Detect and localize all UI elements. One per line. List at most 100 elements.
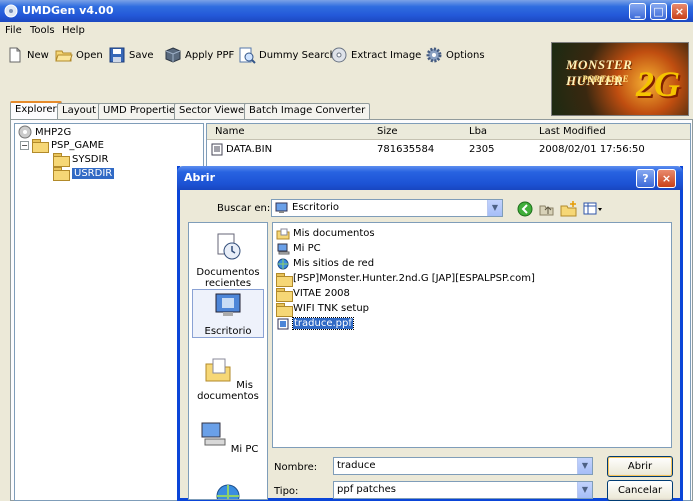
new-button[interactable]: New — [6, 43, 49, 67]
place-network[interactable] — [192, 481, 264, 499]
cell-last-modified: 2008/02/01 17:56:50 — [539, 144, 645, 155]
file-name: Mi PC — [293, 243, 321, 254]
back-icon[interactable] — [516, 200, 534, 218]
tree-item-sysdir[interactable]: SYSDIR — [53, 153, 109, 167]
cancel-button[interactable]: Cancelar — [607, 480, 673, 501]
computer-icon — [277, 243, 290, 254]
file-name: Mis sitios de red — [293, 258, 375, 269]
place-label: Escritorio — [204, 326, 252, 337]
toolbar: New Open Save Apply PPF Dummy Search Ext… — [0, 40, 545, 70]
maximize-button[interactable]: □ — [650, 3, 667, 20]
dialog-close-button[interactable]: × — [657, 169, 676, 188]
place-recent-documents[interactable]: Documentos recientes — [192, 231, 264, 289]
look-in-label: Buscar en: — [217, 203, 271, 214]
app-disc-icon — [4, 4, 18, 18]
tree-item-mhp2g[interactable]: MHP2G — [18, 125, 71, 139]
file-name: WIFI TNK setup — [293, 303, 370, 314]
list-item[interactable]: traduce.ppf — [276, 316, 354, 331]
view-menu-icon[interactable] — [582, 200, 604, 218]
list-item[interactable]: Mis sitios de red — [276, 256, 374, 271]
extract-image-label: Extract Image — [351, 49, 422, 61]
places-bar: Documentos recientes Escritorio Mis docu… — [188, 222, 268, 500]
column-last-modified[interactable]: Last Modified — [539, 126, 606, 137]
tab-batch-image-converter[interactable]: Batch Image Converter — [244, 103, 371, 119]
tab-layout[interactable]: Layout — [57, 103, 101, 119]
floppy-disk-icon — [109, 47, 125, 63]
ppf-file-icon — [277, 318, 289, 329]
column-lba[interactable]: Lba — [469, 126, 487, 137]
place-my-computer[interactable]: Mi PC — [192, 419, 264, 455]
menu-file[interactable]: File — [5, 25, 22, 36]
new-label: New — [27, 49, 49, 61]
new-document-icon — [9, 47, 21, 63]
folder-tree[interactable]: MHP2G − PSP_GAME SYSDIR USRDIR — [14, 123, 204, 501]
dialog-help-button[interactable]: ? — [636, 169, 655, 188]
desktop-icon — [215, 293, 241, 316]
minimize-button[interactable]: _ — [629, 3, 646, 20]
folder-icon — [276, 302, 293, 317]
open-button[interactable]: Open — [55, 43, 103, 67]
tree-item-label: SYSDIR — [72, 153, 109, 165]
save-button[interactable]: Save — [108, 43, 154, 67]
collapse-icon[interactable]: − — [20, 140, 29, 150]
file-name: traduce.ppf — [292, 317, 354, 330]
window-title: UMDGen v4.00 — [22, 4, 114, 17]
new-folder-icon[interactable] — [560, 200, 578, 218]
tree-item-usrdir[interactable]: USRDIR — [53, 167, 115, 181]
place-desktop[interactable]: Escritorio — [192, 289, 264, 338]
disc-icon — [18, 125, 32, 139]
dummy-search-button[interactable]: Dummy Search — [238, 43, 336, 67]
extract-image-button[interactable]: Extract Image — [330, 43, 421, 67]
tab-umd-properties[interactable]: UMD Properties — [98, 103, 186, 119]
look-in-combo[interactable]: Escritorio ▼ — [271, 199, 503, 217]
help-icon: ? — [642, 172, 649, 185]
filetype-value: ppf patches — [337, 484, 396, 495]
list-item[interactable]: VITAE 2008 — [276, 286, 350, 302]
tree-item-psp-game[interactable]: − PSP_GAME — [20, 139, 104, 153]
cell-name: DATA.BIN — [226, 144, 273, 155]
tab-sector-viewer[interactable]: Sector Viewer — [174, 103, 254, 119]
dialog-title-bar[interactable]: Abrir ? × — [177, 166, 683, 190]
place-my-documents[interactable]: Mis documentos — [192, 355, 264, 402]
tab-explorer[interactable]: Explorer — [10, 101, 62, 120]
filetype-combo[interactable]: ppf patches ▼ — [333, 481, 593, 499]
file-name: Mis documentos — [293, 228, 375, 239]
table-row[interactable]: DATA.BIN 781635584 2305 2008/02/01 17:56… — [207, 142, 690, 158]
place-label: Documentos recientes — [196, 267, 260, 289]
menu-help[interactable]: Help — [62, 25, 85, 36]
up-folder-icon[interactable] — [538, 200, 556, 218]
menu-tools[interactable]: Tools — [30, 25, 55, 36]
folder-icon — [276, 272, 293, 287]
open-button[interactable]: Abrir — [607, 456, 673, 477]
chevron-down-icon[interactable]: ▼ — [577, 482, 592, 498]
column-size[interactable]: Size — [377, 126, 398, 137]
tree-item-label: USRDIR — [72, 167, 115, 179]
folder-icon — [32, 139, 49, 153]
list-item[interactable]: [PSP]Monster.Hunter.2nd.G [JAP][ESPALPSP… — [276, 271, 535, 287]
open-file-dialog: Abrir ? × Buscar en: Escritorio ▼ Docume… — [177, 166, 683, 501]
list-item[interactable]: WIFI TNK setup — [276, 301, 370, 317]
main-window-title-bar[interactable]: UMDGen v4.00 _ □ × — [0, 0, 693, 22]
tree-item-label: MHP2G — [35, 126, 72, 138]
look-in-value: Escritorio — [292, 202, 339, 213]
options-button[interactable]: Options — [425, 43, 485, 67]
list-item[interactable]: Mi PC — [276, 241, 321, 256]
desktop-icon — [275, 202, 288, 213]
filename-combo[interactable]: traduce ▼ — [333, 457, 593, 475]
filename-label: Nombre: — [274, 462, 318, 473]
chevron-down-icon[interactable]: ▼ — [487, 200, 502, 216]
close-button[interactable]: × — [671, 3, 688, 20]
list-item[interactable]: Mis documentos — [276, 226, 375, 241]
banner-title-line2: PORTABLE — [582, 74, 629, 84]
recent-documents-icon — [217, 233, 241, 260]
cell-size: 781635584 — [377, 144, 435, 155]
maximize-icon: □ — [653, 5, 664, 18]
file-list-header: Name Size Lba Last Modified — [207, 124, 690, 140]
place-label: Mi PC — [230, 444, 259, 455]
minimize-icon: _ — [634, 5, 641, 18]
apply-ppf-button[interactable]: Apply PPF — [164, 43, 234, 67]
column-name[interactable]: Name — [215, 126, 245, 137]
chevron-down-icon[interactable]: ▼ — [577, 458, 592, 474]
file-browser-list[interactable]: Mis documentos Mi PC Mis sitios de red [… — [272, 222, 672, 448]
search-document-icon — [239, 47, 256, 64]
